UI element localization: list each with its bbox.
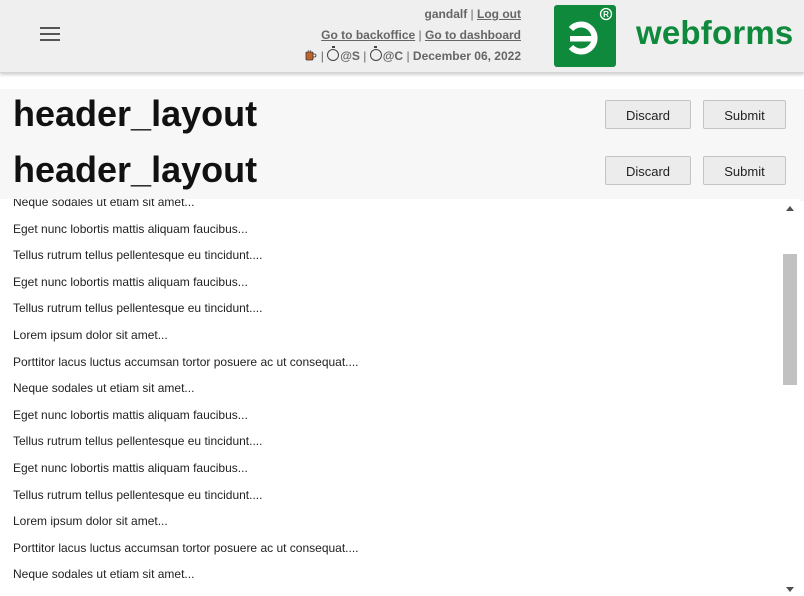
list-item: Eget nunc lobortis mattis aliquam faucib…	[13, 221, 248, 236]
submit-button[interactable]: Submit	[703, 100, 786, 129]
discard-button[interactable]: Discard	[605, 156, 691, 185]
list-item: Tellus rutrum tellus pellentesque eu tin…	[13, 301, 263, 316]
status-s: @S	[340, 49, 360, 63]
list-item: Eget nunc lobortis mattis aliquam faucib…	[13, 407, 248, 422]
scrollbar-thumb[interactable]	[783, 254, 797, 385]
scroll-up-arrow-icon[interactable]	[786, 206, 794, 211]
list-item: Eget nunc lobortis mattis aliquam faucib…	[13, 588, 359, 596]
current-date: December 06, 2022	[412, 49, 521, 63]
list-item: Porttitor lacus luctus accumsan tortor p…	[13, 354, 359, 369]
logo-wordmark: webforms	[636, 14, 794, 51]
vertical-scrollbar[interactable]	[781, 199, 799, 596]
dashboard-link[interactable]: Go to dashboard	[425, 28, 521, 42]
content-list-area: Neque sodales ut etiam sit amet... Eget …	[0, 199, 781, 596]
coffee-mug-icon	[305, 49, 317, 61]
header-layout-row: header_layout Discard Submit	[0, 145, 804, 201]
list-item: Lorem ipsum dolor sit amet...	[13, 514, 168, 529]
stopwatch-icon	[327, 46, 340, 61]
backoffice-link[interactable]: Go to backoffice	[321, 28, 415, 42]
list-item: Tellus rutrum tellus pellentesque eu tin…	[13, 248, 263, 263]
header-title: header_layout	[13, 93, 258, 134]
list-item: Eget nunc lobortis mattis aliquam faucib…	[13, 274, 248, 289]
list-item: Neque sodales ut etiam sit amet...	[13, 381, 195, 396]
list-item: Tellus rutrum tellus pellentesque eu tin…	[13, 487, 263, 502]
list-item: Lorem ipsum dolor sit amet...	[13, 327, 168, 342]
webforms-logo-icon: R	[568, 7, 613, 55]
username: gandalf	[424, 7, 468, 21]
list-item: Tellus rutrum tellus pellentesque eu tin…	[13, 434, 263, 449]
header-layout-row: header_layout Discard Submit	[0, 89, 804, 145]
stopwatch-icon	[369, 46, 382, 61]
webforms-logo: R	[554, 5, 616, 67]
scroll-down-arrow-icon[interactable]	[786, 587, 794, 592]
header-title: header_layout	[13, 149, 258, 190]
status-c: @C	[382, 49, 404, 63]
list-item: Neque sodales ut etiam sit amet...	[13, 199, 195, 209]
list-item: Neque sodales ut etiam sit amet...	[13, 567, 195, 582]
content-list: Neque sodales ut etiam sit amet... Eget …	[13, 199, 359, 596]
list-item: Porttitor lacus luctus accumsan tortor p…	[13, 540, 359, 555]
submit-button[interactable]: Submit	[703, 156, 786, 185]
svg-text:R: R	[603, 10, 609, 19]
hamburger-menu-icon[interactable]	[40, 27, 60, 41]
list-item: Eget nunc lobortis mattis aliquam faucib…	[13, 460, 248, 475]
logout-link[interactable]: Log out	[477, 7, 521, 21]
discard-button[interactable]: Discard	[605, 100, 691, 129]
top-bar: gandalf | Log out Go to backoffice | Go …	[0, 0, 804, 73]
user-info: gandalf | Log out Go to backoffice | Go …	[305, 4, 521, 67]
